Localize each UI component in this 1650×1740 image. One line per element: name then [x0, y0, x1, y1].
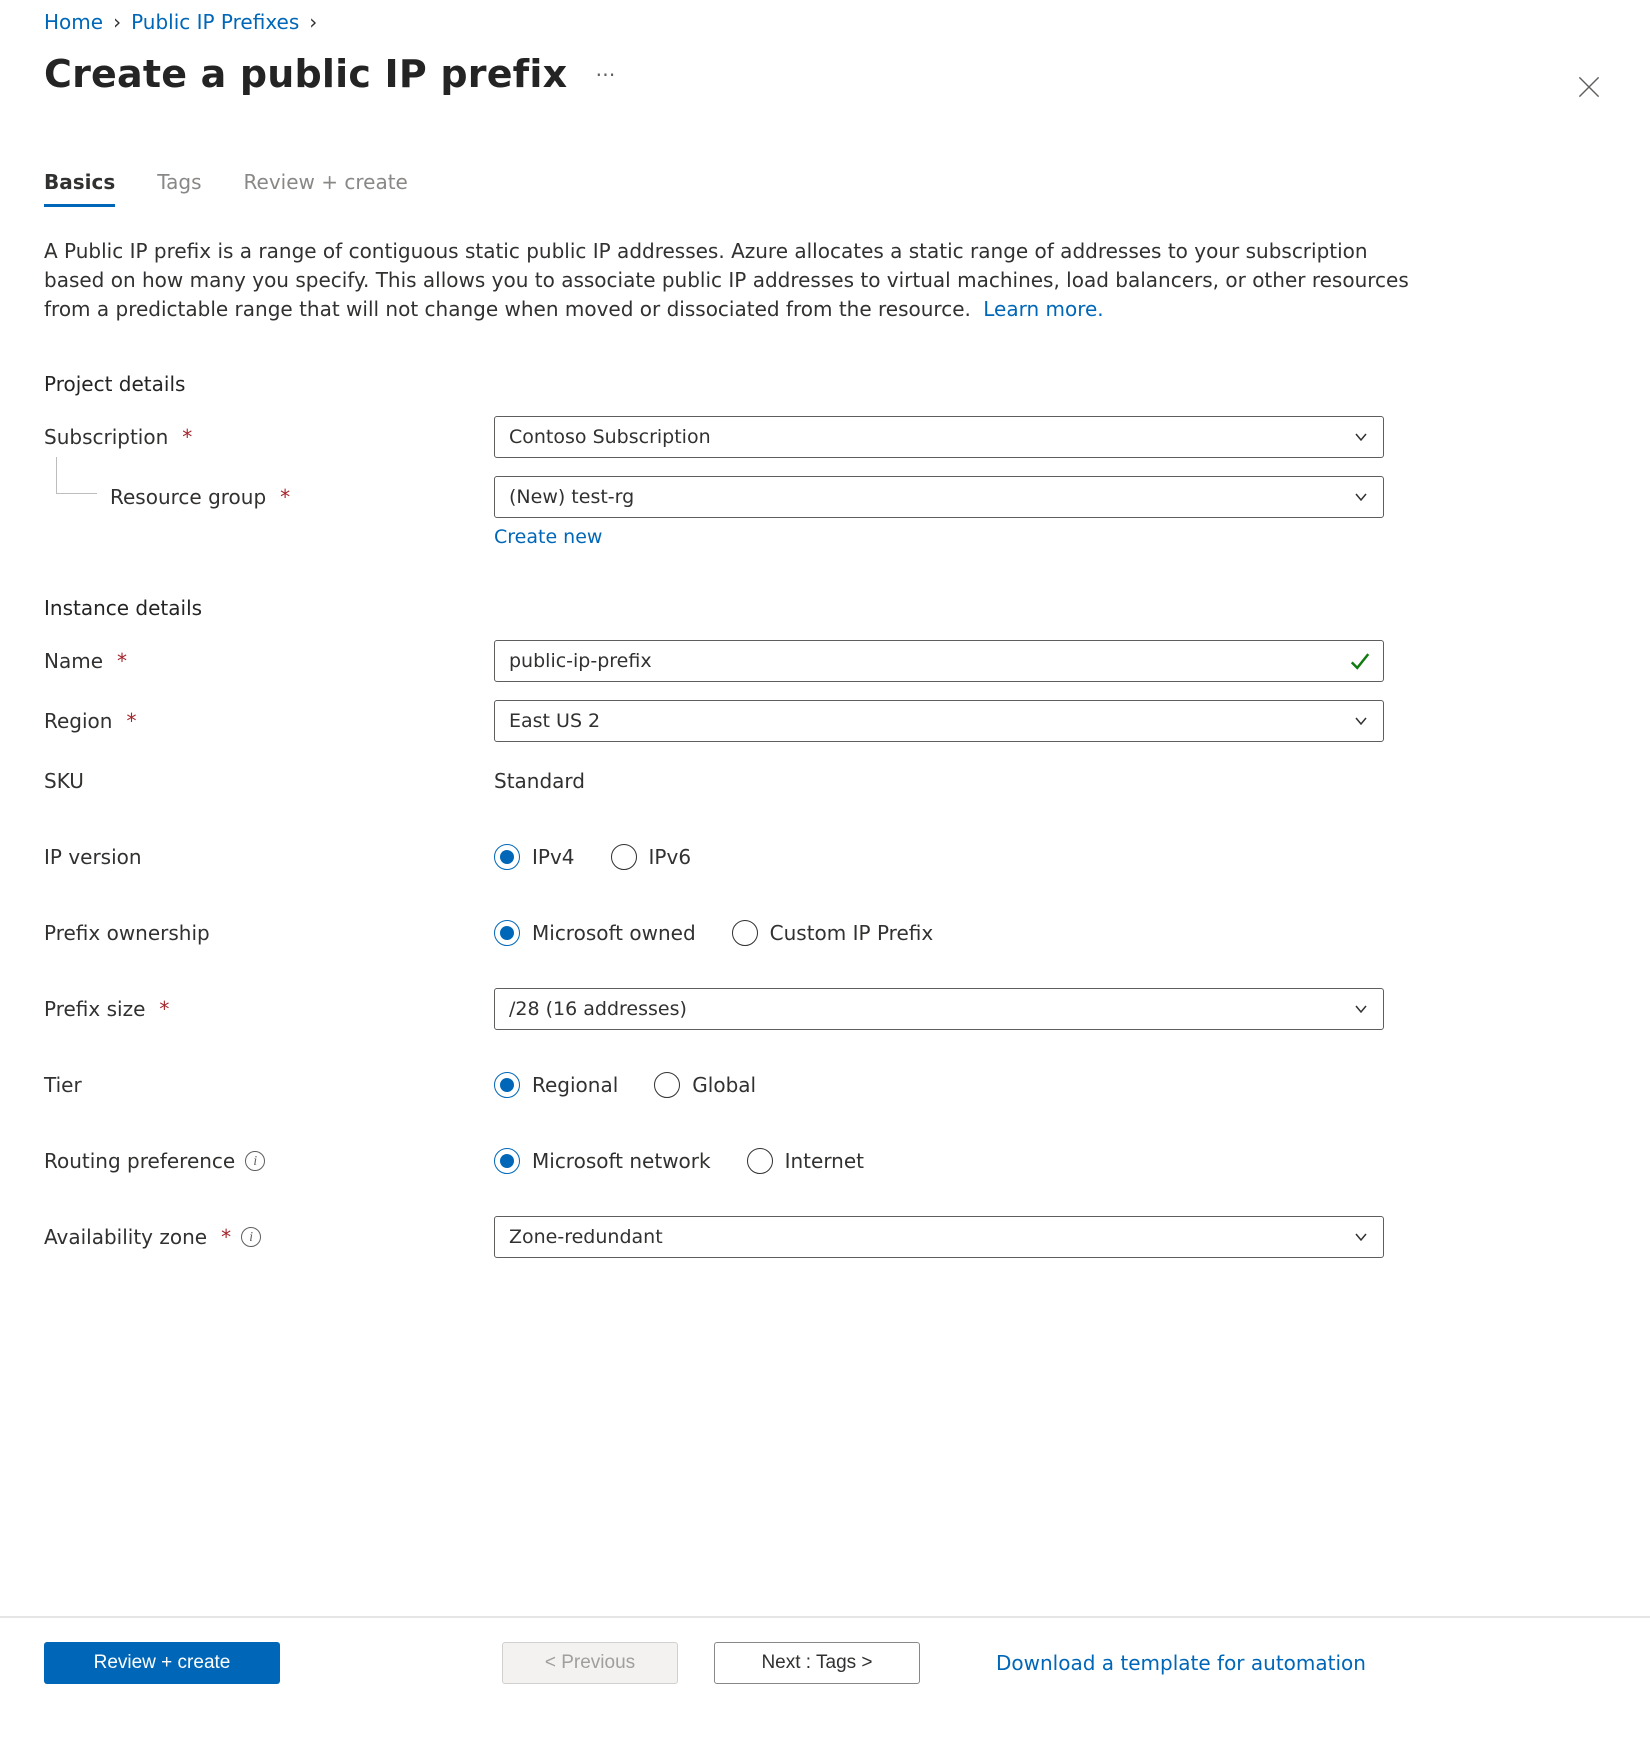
label-name: Name*: [44, 649, 494, 673]
page-title: Create a public IP prefix: [44, 52, 567, 96]
next-button[interactable]: Next : Tags >: [714, 1642, 920, 1684]
radio-ipv4[interactable]: IPv4: [494, 844, 575, 870]
download-template-link[interactable]: Download a template for automation: [996, 1651, 1366, 1675]
chevron-down-icon: [1353, 489, 1369, 505]
label-subscription: Subscription*: [44, 425, 494, 449]
tab-tags[interactable]: Tags: [157, 170, 201, 207]
radio-regional[interactable]: Regional: [494, 1072, 618, 1098]
info-icon[interactable]: i: [245, 1151, 265, 1171]
section-instance-details: Instance details: [44, 596, 1606, 620]
tab-review-create[interactable]: Review + create: [244, 170, 408, 207]
info-icon[interactable]: i: [241, 1227, 261, 1247]
radio-microsoft-owned[interactable]: Microsoft owned: [494, 920, 696, 946]
sku-value: Standard: [494, 769, 585, 793]
radio-global[interactable]: Global: [654, 1072, 756, 1098]
label-availability-zone: Availability zone* i: [44, 1225, 494, 1249]
radio-microsoft-network[interactable]: Microsoft network: [494, 1148, 711, 1174]
chevron-down-icon: [1353, 713, 1369, 729]
resource-group-select[interactable]: (New) test-rg: [494, 476, 1384, 518]
radio-custom-ip-prefix[interactable]: Custom IP Prefix: [732, 920, 934, 946]
label-tier: Tier: [44, 1073, 494, 1097]
description: A Public IP prefix is a range of contigu…: [44, 237, 1424, 324]
label-prefix-ownership: Prefix ownership: [44, 921, 494, 945]
review-create-button[interactable]: Review + create: [44, 1642, 280, 1684]
chevron-down-icon: [1353, 1229, 1369, 1245]
label-resource-group: Resource group*: [44, 485, 494, 509]
label-routing-preference: Routing preference i: [44, 1149, 494, 1173]
close-button[interactable]: [1572, 70, 1606, 104]
prefix-size-select[interactable]: /28 (16 addresses): [494, 988, 1384, 1030]
footer: Review + create < Previous Next : Tags >…: [0, 1616, 1650, 1740]
label-region: Region*: [44, 709, 494, 733]
tab-basics[interactable]: Basics: [44, 170, 115, 207]
tab-bar: Basics Tags Review + create: [44, 170, 1606, 207]
subscription-select[interactable]: Contoso Subscription: [494, 416, 1384, 458]
chevron-down-icon: [1353, 429, 1369, 445]
region-select[interactable]: East US 2: [494, 700, 1384, 742]
chevron-right-icon: ›: [309, 10, 317, 34]
breadcrumb-public-ip-prefixes[interactable]: Public IP Prefixes: [131, 10, 299, 34]
chevron-right-icon: ›: [113, 10, 121, 34]
radio-ipv6[interactable]: IPv6: [611, 844, 692, 870]
availability-zone-select[interactable]: Zone-redundant: [494, 1216, 1384, 1258]
valid-check-icon: [1349, 650, 1371, 672]
radio-internet[interactable]: Internet: [747, 1148, 864, 1174]
previous-button: < Previous: [502, 1642, 678, 1684]
label-prefix-size: Prefix size*: [44, 997, 494, 1021]
section-project-details: Project details: [44, 372, 1606, 396]
more-actions-button[interactable]: ⋯: [589, 58, 623, 90]
label-sku: SKU: [44, 769, 494, 793]
learn-more-link[interactable]: Learn more.: [983, 297, 1103, 321]
create-new-rg-link[interactable]: Create new: [494, 526, 1606, 548]
breadcrumb: Home › Public IP Prefixes ›: [44, 10, 1606, 34]
breadcrumb-home[interactable]: Home: [44, 10, 103, 34]
label-ip-version: IP version: [44, 845, 494, 869]
name-input[interactable]: public-ip-prefix: [494, 640, 1384, 682]
chevron-down-icon: [1353, 1001, 1369, 1017]
